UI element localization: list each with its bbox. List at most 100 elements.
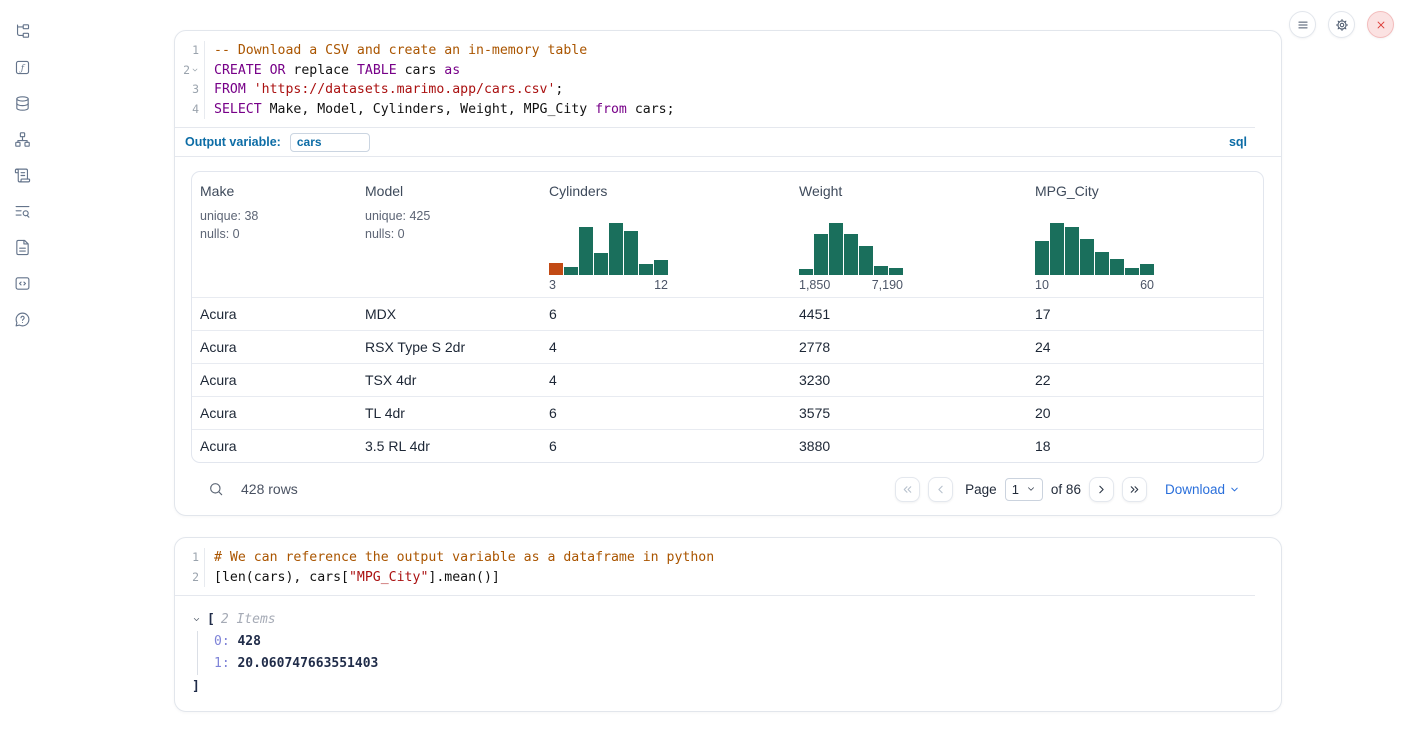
code-line: 1# We can reference the output variable …	[175, 548, 1281, 568]
column-stat: unique: 425	[365, 208, 533, 226]
sidebar-item-snippets[interactable]	[13, 275, 31, 292]
sidebar-item-documentation[interactable]	[13, 239, 31, 256]
search-icon	[208, 481, 224, 497]
table-search-button[interactable]	[208, 481, 224, 497]
code-text: CREATE OR replace TABLE cars as	[205, 61, 460, 81]
column-stat: nulls: 0	[200, 226, 349, 244]
chevrons-left-icon	[901, 483, 914, 496]
table-cell: TSX 4dr	[357, 364, 541, 396]
histogram-bar	[1080, 239, 1094, 275]
histogram-bar	[814, 234, 828, 275]
sidebar-item-functions[interactable]: ƒ	[13, 59, 31, 76]
table-cell: Acura	[192, 364, 357, 396]
fold-chevron-icon[interactable]	[191, 66, 199, 74]
histogram-axis-labels: 1,8507,190	[799, 278, 903, 292]
line-number: 2	[175, 568, 205, 588]
table-row[interactable]: AcuraMDX6445117	[192, 297, 1263, 330]
page-total-label: of 86	[1051, 482, 1081, 497]
collapse-toggle[interactable]	[192, 615, 201, 624]
shutdown-button[interactable]	[1367, 11, 1394, 38]
table-row[interactable]: AcuraTL 4dr6357520	[192, 396, 1263, 429]
last-page-button[interactable]	[1122, 477, 1147, 502]
table-header-row: Make unique: 38 nulls: 0 Model unique: 4…	[192, 172, 1263, 297]
column-header-mpg-city: MPG_City 1060	[1027, 172, 1263, 297]
column-header-make: Make unique: 38 nulls: 0	[192, 172, 357, 297]
code-text: # We can reference the output variable a…	[205, 548, 714, 568]
table-row[interactable]: AcuraTSX 4dr4323022	[192, 363, 1263, 396]
histogram-bar	[549, 263, 563, 275]
table-cell: 22	[1027, 364, 1263, 396]
table-cell: Acura	[192, 331, 357, 363]
previous-page-button[interactable]	[928, 477, 953, 502]
line-number: 4	[175, 100, 205, 120]
histogram-bar	[654, 260, 668, 275]
cylinders-histogram: 312	[549, 223, 783, 292]
histogram-bar	[844, 234, 858, 275]
sidebar-item-file-explorer[interactable]	[13, 23, 31, 40]
sidebar-item-datasources[interactable]	[13, 95, 31, 112]
table-cell: 17	[1027, 298, 1263, 330]
chevron-down-icon	[1229, 484, 1240, 495]
menu-icon	[1296, 18, 1310, 32]
table-cell: 3880	[791, 430, 1027, 462]
next-page-button[interactable]	[1089, 477, 1114, 502]
code-text: FROM 'https://datasets.marimo.app/cars.c…	[205, 80, 563, 100]
table-row[interactable]: Acura3.5 RL 4dr6388018	[192, 429, 1263, 462]
table-cell: 3575	[791, 397, 1027, 429]
chevron-down-icon	[1026, 484, 1036, 494]
logs-search-icon	[14, 203, 31, 220]
histogram-bars	[799, 223, 903, 275]
snippets-icon	[14, 275, 31, 292]
code-line: 2[len(cars), cars["MPG_City"].mean()]	[175, 568, 1281, 588]
code-line: 2CREATE OR replace TABLE cars as	[175, 61, 1281, 81]
sql-code-editor[interactable]: 1-- Download a CSV and create an in-memo…	[175, 31, 1281, 127]
histogram-bar	[1035, 241, 1049, 275]
output-variable-label: Output variable:	[185, 135, 281, 149]
code-text: -- Download a CSV and create an in-memor…	[205, 41, 587, 61]
histogram-axis-labels: 1060	[1035, 278, 1154, 292]
column-stat: unique: 38	[200, 208, 349, 226]
chevrons-right-icon	[1128, 483, 1141, 496]
table-cell: Acura	[192, 397, 357, 429]
download-button[interactable]: Download	[1165, 482, 1240, 497]
python-output-tree: [ 2 Items 0: 428 1: 20.060747663551403 ]	[175, 596, 1281, 711]
chevron-left-icon	[934, 483, 947, 496]
table-row[interactable]: AcuraRSX Type S 2dr4277824	[192, 330, 1263, 363]
column-stat: nulls: 0	[365, 226, 533, 244]
table-cell: 24	[1027, 331, 1263, 363]
line-number: 1	[175, 548, 205, 568]
table-cell: 4	[541, 331, 791, 363]
notebook: 1 -- Download a CSV and create an in-memo…	[174, 0, 1282, 712]
database-icon	[14, 95, 31, 112]
function-icon: ƒ	[14, 59, 31, 76]
python-cell: 1# We can reference the output variable …	[174, 537, 1282, 712]
sidebar-item-scratchpad[interactable]	[13, 167, 31, 184]
output-variable-input[interactable]	[290, 133, 370, 152]
sidebar-item-help[interactable]	[13, 311, 31, 328]
histogram-bar	[1065, 227, 1079, 275]
python-code-editor[interactable]: 1# We can reference the output variable …	[175, 538, 1281, 595]
histogram-bar	[609, 223, 623, 275]
first-page-button[interactable]	[895, 477, 920, 502]
pagination: Page 1 of 86	[895, 477, 1240, 502]
chevron-right-icon	[1095, 483, 1108, 496]
dependency-graph-icon	[14, 131, 31, 148]
table-cell: RSX Type S 2dr	[357, 331, 541, 363]
list-item: 1: 20.060747663551403	[214, 653, 1265, 675]
sidebar-item-dependency-graph[interactable]	[13, 131, 31, 148]
table-cell: 4	[541, 364, 791, 396]
table-cell: 4451	[791, 298, 1027, 330]
histogram-bars	[1035, 223, 1154, 275]
list-item: 0: 428	[214, 631, 1265, 653]
row-count: 428 rows	[241, 481, 298, 497]
menu-button[interactable]	[1289, 11, 1316, 38]
weight-histogram: 1,8507,190	[799, 223, 1019, 292]
page-select[interactable]: 1	[1005, 478, 1043, 501]
column-header-cylinders: Cylinders 312	[541, 172, 791, 297]
histogram-bar	[874, 266, 888, 275]
page-label: Page	[965, 482, 997, 497]
sidebar-item-logs[interactable]	[13, 203, 31, 220]
file-tree-icon	[14, 23, 31, 40]
open-bracket: [	[207, 612, 215, 627]
settings-button[interactable]	[1328, 11, 1355, 38]
